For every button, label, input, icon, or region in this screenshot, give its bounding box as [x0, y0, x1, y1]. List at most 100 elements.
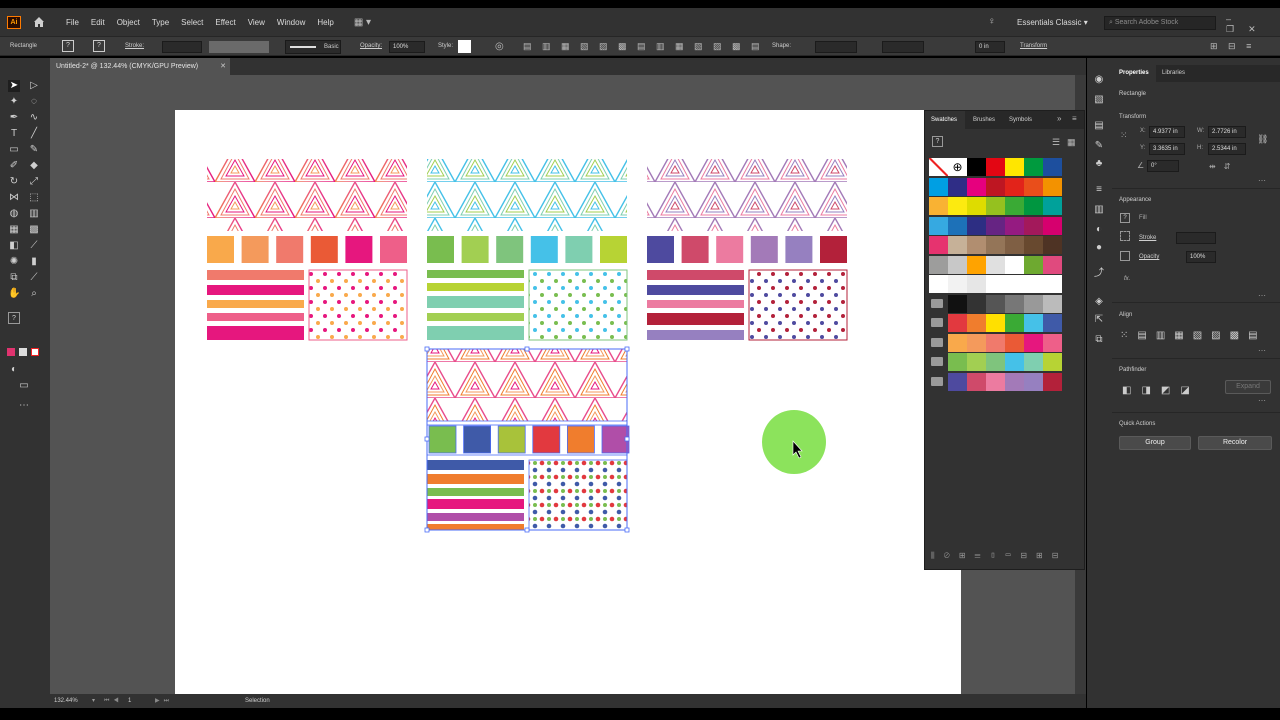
- swatch[interactable]: [948, 294, 967, 313]
- menu-window[interactable]: Window: [271, 18, 311, 27]
- align-more-icon[interactable]: ⋯: [1258, 346, 1266, 355]
- opacity-label[interactable]: Opacity: [1139, 254, 1159, 260]
- palette-chip[interactable]: [532, 425, 561, 454]
- swatch[interactable]: [967, 353, 986, 371]
- swatch[interactable]: [1024, 255, 1043, 274]
- w-field[interactable]: 2.7726 in: [1208, 126, 1246, 138]
- swatch[interactable]: [1043, 255, 1062, 274]
- swatch[interactable]: [1024, 372, 1043, 391]
- swatch[interactable]: [1005, 372, 1024, 391]
- perspective-grid-tool-icon[interactable]: ▦: [8, 224, 20, 236]
- swatch[interactable]: [1043, 294, 1062, 313]
- swatch[interactable]: [929, 197, 948, 215]
- swatch[interactable]: [929, 236, 948, 254]
- zoom-level[interactable]: 132.44%: [54, 694, 78, 708]
- swatch-group-folder-icon[interactable]: [931, 376, 943, 386]
- corner-radius-field[interactable]: 0 in: [975, 41, 1005, 53]
- slice-tool-icon[interactable]: ⟋: [28, 272, 40, 284]
- palette-chip[interactable]: [207, 236, 234, 263]
- fill-stroke-question-icon[interactable]: ?: [8, 312, 20, 324]
- tab-symbols[interactable]: Symbols: [1009, 111, 1032, 129]
- home-icon[interactable]: [32, 15, 46, 29]
- flip-icons[interactable]: ⇹⇵: [1209, 162, 1238, 171]
- palette-chip[interactable]: [428, 425, 457, 454]
- swatch[interactable]: [967, 197, 986, 215]
- artboard-tool-icon[interactable]: ⧉: [8, 272, 20, 284]
- properties-panel-icon[interactable]: ◉: [1093, 74, 1105, 86]
- swatch[interactable]: [948, 314, 967, 332]
- swatch[interactable]: [1024, 333, 1043, 352]
- palette-chip[interactable]: [276, 236, 304, 263]
- swatch[interactable]: [948, 197, 967, 215]
- menu-effect[interactable]: Effect: [209, 18, 241, 27]
- swatch[interactable]: [948, 372, 967, 391]
- magic-wand-tool-icon[interactable]: ✦: [8, 96, 20, 108]
- transform-label[interactable]: Transform: [1020, 43, 1047, 49]
- palette-chip[interactable]: [310, 236, 338, 263]
- zoom-tool-icon[interactable]: ⌕: [28, 288, 40, 300]
- pattern-set-green[interactable]: [427, 159, 628, 341]
- swatch[interactable]: [1043, 275, 1062, 293]
- expand-button[interactable]: Expand: [1225, 380, 1271, 394]
- swatch[interactable]: [929, 216, 948, 235]
- scale-tool-icon[interactable]: ⤢: [28, 176, 40, 188]
- swatch-help[interactable]: ?: [932, 136, 943, 147]
- pattern-set-purple[interactable]: [647, 159, 848, 341]
- h-field[interactable]: 2.5344 in: [1208, 143, 1246, 155]
- shaper-tool-icon[interactable]: ✐: [8, 160, 20, 172]
- screen-mode-icon[interactable]: ▭: [18, 380, 30, 392]
- reference-point-icon[interactable]: ⁙: [1120, 130, 1128, 141]
- swatch[interactable]: [967, 158, 986, 176]
- palette-chip[interactable]: [497, 425, 526, 454]
- registration-swatch-icon[interactable]: ⊕: [948, 158, 967, 176]
- swatch[interactable]: [948, 333, 967, 352]
- palette-chip[interactable]: [566, 425, 595, 454]
- swatch[interactable]: [986, 372, 1005, 391]
- menu-file[interactable]: File: [60, 18, 85, 27]
- swatch[interactable]: [967, 275, 986, 293]
- fill-swatch[interactable]: ?: [62, 40, 74, 52]
- artboard-prev-icons[interactable]: ⏮◀: [104, 694, 123, 708]
- tab-swatches[interactable]: Swatches: [925, 111, 965, 129]
- recolor-artwork-icon[interactable]: ◎: [495, 41, 504, 52]
- swatch[interactable]: [1043, 177, 1062, 196]
- swatch[interactable]: [1005, 294, 1024, 313]
- opacity-field[interactable]: 100%: [389, 41, 425, 53]
- rotate-field[interactable]: 0°: [1147, 160, 1179, 172]
- document-tab[interactable]: Untitled-2* @ 132.44% (CMYK/GPU Preview)…: [50, 58, 230, 75]
- stock-search-input[interactable]: ⌕ Search Adobe Stock: [1104, 16, 1216, 30]
- swatch[interactable]: [1024, 177, 1043, 196]
- swatch[interactable]: [1005, 255, 1024, 274]
- palette-chip[interactable]: [241, 236, 269, 263]
- artboard-number[interactable]: 1: [128, 694, 131, 708]
- swatch[interactable]: [986, 197, 1005, 215]
- artboard[interactable]: [175, 110, 961, 695]
- menu-type[interactable]: Type: [146, 18, 175, 27]
- menu-edit[interactable]: Edit: [85, 18, 111, 27]
- tab-properties[interactable]: Properties: [1112, 65, 1156, 82]
- graph-tool-icon[interactable]: ▮: [28, 256, 40, 268]
- swatch[interactable]: [1024, 294, 1043, 313]
- swatch[interactable]: [986, 314, 1005, 332]
- curvature-tool-icon[interactable]: ∿: [28, 112, 40, 124]
- close-tab-icon[interactable]: ✕: [220, 58, 226, 75]
- recolor-button[interactable]: Recolor: [1198, 436, 1272, 450]
- none-swatch[interactable]: [929, 158, 948, 176]
- stroke-weight-input[interactable]: [1176, 232, 1216, 244]
- y-field[interactable]: 3.3635 in: [1149, 143, 1185, 155]
- swatch[interactable]: [929, 177, 948, 196]
- type-tool-icon[interactable]: T: [8, 128, 20, 140]
- swatch[interactable]: [986, 216, 1005, 235]
- swatch[interactable]: [1024, 158, 1043, 176]
- shape-height-field[interactable]: [882, 41, 924, 53]
- palette-chip[interactable]: [345, 236, 373, 263]
- swatch[interactable]: [948, 353, 967, 371]
- stroke-label[interactable]: Stroke:: [125, 43, 144, 49]
- palette-chip[interactable]: [427, 236, 454, 263]
- menu-view[interactable]: View: [242, 18, 271, 27]
- paintbrush-tool-icon[interactable]: ✎: [28, 144, 40, 156]
- line-tool-icon[interactable]: ╱: [28, 128, 40, 140]
- palette-chip[interactable]: [600, 236, 627, 263]
- swatch[interactable]: [1043, 353, 1062, 371]
- swatch[interactable]: [948, 275, 967, 293]
